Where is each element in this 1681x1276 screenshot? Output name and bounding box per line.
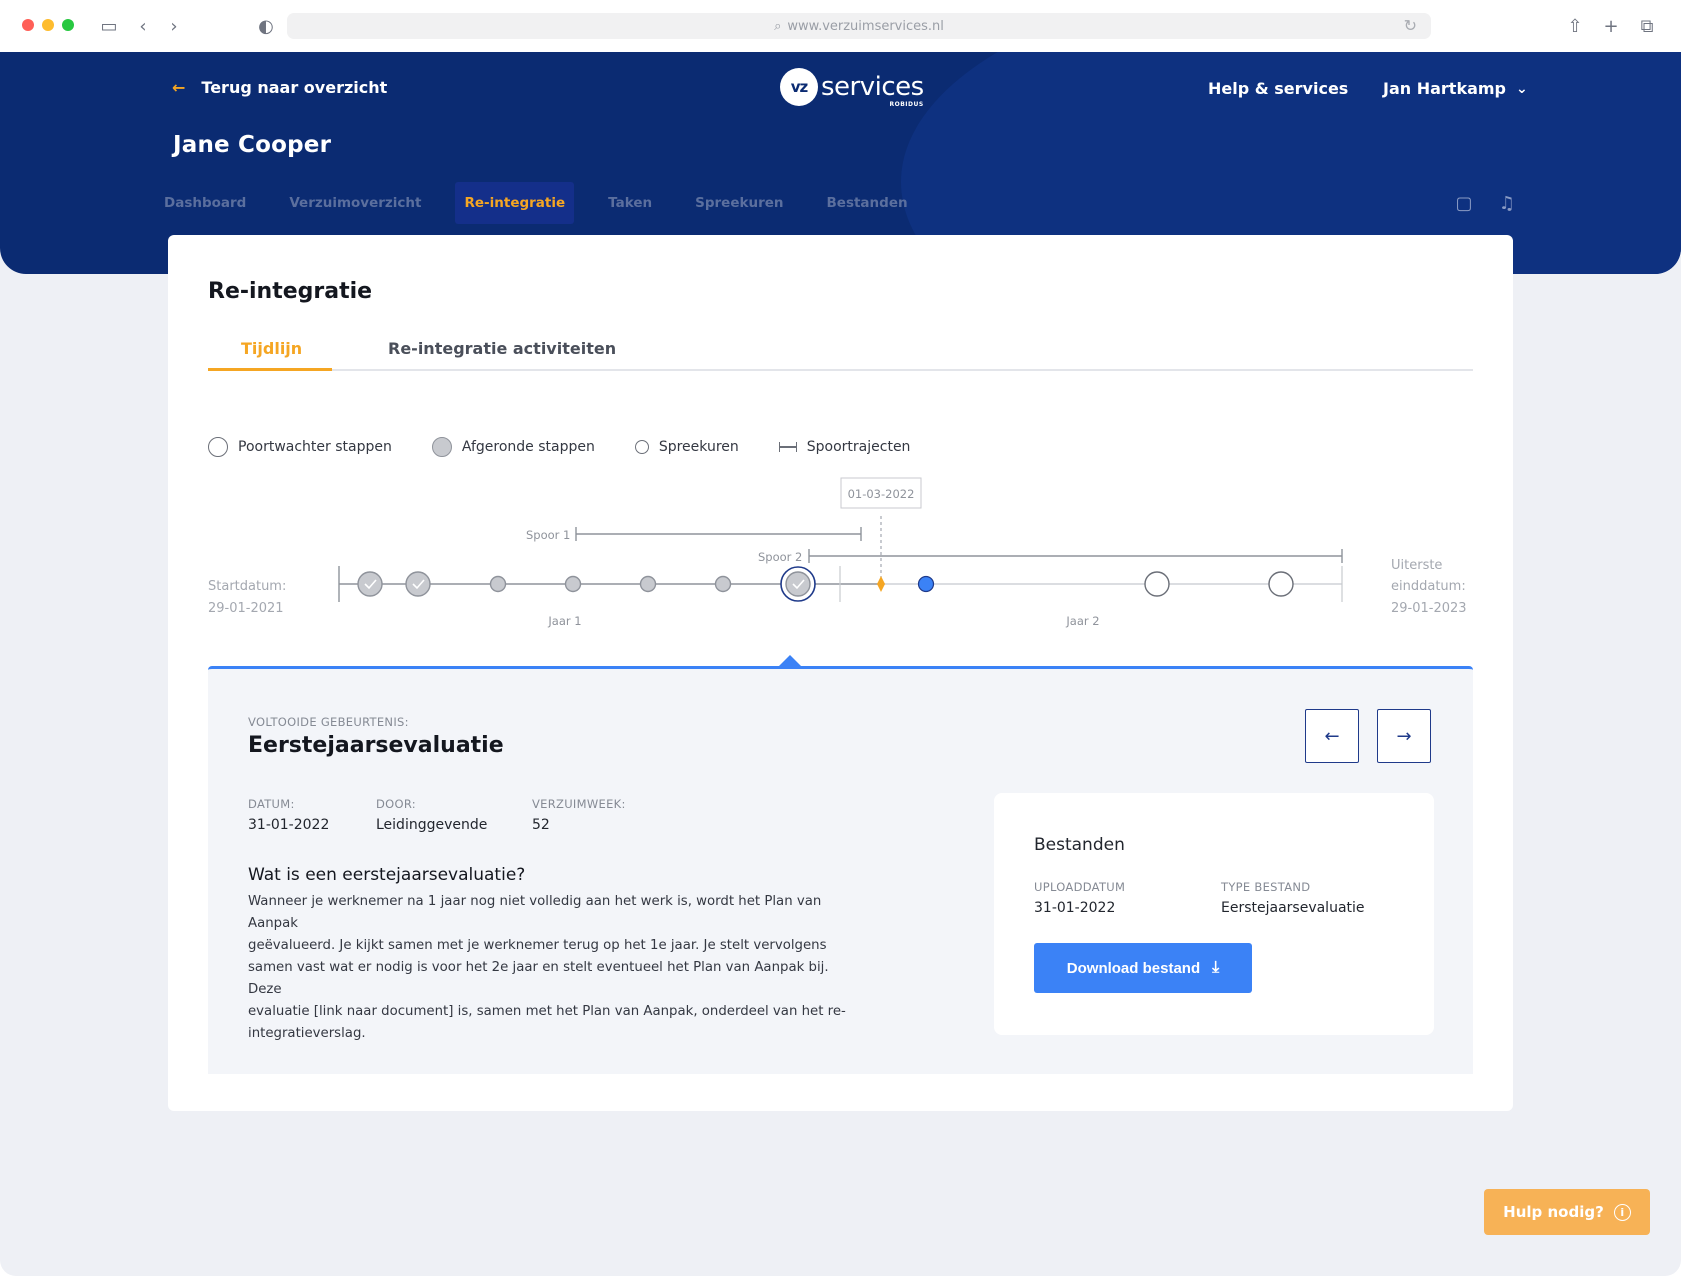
user-name: Jan Hartkamp <box>1383 79 1506 98</box>
meta-value: Leidinggevende <box>376 817 488 833</box>
meta-label: VERZUIMWEEK: <box>532 797 626 811</box>
meta-label: DATUM: <box>248 797 295 811</box>
year-2-label: Jaar 2 <box>1065 614 1099 628</box>
nav-item-bestanden[interactable]: Bestanden <box>827 182 908 224</box>
upload-date: UPLOADDATUM 31-01-2022 <box>1034 880 1125 916</box>
meta-label: DOOR: <box>376 797 416 811</box>
new-tab-icon[interactable]: + <box>1598 13 1624 39</box>
nav-item-spreekuren[interactable]: Spreekuren <box>695 182 783 224</box>
bell-icon[interactable]: ♫ <box>1494 190 1520 216</box>
end-date-label-1: Uiterste <box>1391 558 1442 573</box>
event-title: Eerstejaarsevaluatie <box>248 733 504 758</box>
event-question: Wat is een eerstejaarsevaluatie? <box>248 865 526 885</box>
nav-item-taken[interactable]: Taken <box>608 182 652 224</box>
selected-step-eerstejaarsevaluatie[interactable] <box>780 566 816 602</box>
year-1-label: Jaar 1 <box>547 614 581 628</box>
share-icon[interactable]: ⇧ <box>1562 13 1588 39</box>
download-button-label: Download bestand <box>1066 959 1201 977</box>
description-line: geëvalueerd. Je kijkt samen met je werkn… <box>248 938 827 953</box>
reload-icon[interactable]: ↻ <box>1404 16 1417 35</box>
nav-item-dashboard[interactable]: Dashboard <box>164 182 246 224</box>
spoor-2-label: Spoor 2 <box>758 550 802 564</box>
download-icon: ⤓ <box>1212 959 1220 976</box>
completed-spreekuur[interactable] <box>564 575 582 593</box>
back-icon[interactable]: ‹ <box>130 13 156 39</box>
completed-spreekuur[interactable] <box>489 575 507 593</box>
info-icon: i <box>1613 1203 1631 1221</box>
shield-icon[interactable]: ◐ <box>253 13 279 39</box>
description-line: evaluatie [link naar document] is, samen… <box>248 1004 846 1019</box>
forward-icon[interactable]: › <box>161 13 187 39</box>
main-nav: Dashboard Verzuimoverzicht Re-integratie… <box>164 182 951 224</box>
files-box: Bestanden UPLOADDATUM 31-01-2022 TYPE BE… <box>994 793 1434 1035</box>
logo[interactable]: vz services ROBIDUS <box>780 68 924 108</box>
end-date-value: 29-01-2023 <box>1391 601 1467 616</box>
nav-item-re-integratie[interactable]: Re-integratie <box>455 182 575 224</box>
completed-step[interactable] <box>405 571 431 597</box>
event-by: DOOR: Leidinggevende <box>376 797 487 833</box>
event-date: DATUM: 31-01-2022 <box>248 797 329 833</box>
event-pointer <box>776 655 804 669</box>
download-file-button[interactable]: Download bestand ⤓ <box>1034 943 1252 993</box>
description-line: integratieverslag. <box>248 1026 366 1041</box>
event-week: VERZUIMWEEK: 52 <box>532 797 626 833</box>
completed-spreekuur[interactable] <box>639 575 657 593</box>
event-kicker: VOLTOOIDE GEBEURTENIS: <box>248 715 409 729</box>
meta-value: 52 <box>532 817 550 833</box>
page: ← Terug naar overzicht vz services ROBIDU… <box>0 52 1681 1276</box>
meta-label: UPLOADDATUM <box>1034 880 1126 894</box>
back-to-overview-link[interactable]: ← Terug naar overzicht <box>172 78 387 97</box>
chat-icon[interactable]: ▢ <box>1451 190 1477 216</box>
meta-value: 31-01-2022 <box>1034 900 1116 916</box>
event-description: Wanneer je werknemer na 1 jaar nog niet … <box>248 891 858 1045</box>
url-text: www.verzuimservices.nl <box>787 18 944 34</box>
address-bar[interactable]: ⌕ www.verzuimservices.nl ↻ <box>287 13 1431 39</box>
logo-word: services <box>821 72 924 102</box>
completed-step[interactable] <box>357 571 383 597</box>
browser-chrome: ▭ ‹ › ◐ ⌕ www.verzuimservices.nl ↻ ⇧ + ⧉ <box>0 0 1681 52</box>
start-date-label: Startdatum: <box>208 579 286 594</box>
logo-mark: vz <box>780 68 818 106</box>
event-detail-panel: VOLTOOIDE GEBEURTENIS: Eerstejaarsevalua… <box>208 655 1473 1074</box>
logo-text: services ROBIDUS <box>821 72 924 108</box>
help-services-link[interactable]: Help & services <box>1208 79 1348 98</box>
search-icon: ⌕ <box>774 18 782 34</box>
today-diamond-icon <box>877 576 885 592</box>
upcoming-step[interactable] <box>1144 571 1170 597</box>
description-line: samen vast wat er nodig is voor het 2e j… <box>248 960 829 997</box>
description-line: Wanneer je werknemer na 1 jaar nog niet … <box>248 894 822 931</box>
file-type: TYPE BESTAND Eerstejaarsevaluatie <box>1221 880 1365 916</box>
logo-subtext: ROBIDUS <box>889 101 924 108</box>
reintegration-card: Re-integratie Tijdlijn Re-integratie act… <box>168 235 1513 1111</box>
sidebar-toggle-icon[interactable]: ▭ <box>96 13 122 39</box>
chevron-down-icon: ⌄ <box>1516 80 1528 97</box>
upcoming-spreekuur[interactable] <box>917 575 935 593</box>
meta-value: 31-01-2022 <box>248 817 330 833</box>
meta-value: Eerstejaarsevaluatie <box>1221 900 1365 916</box>
today-date-label: 01-03-2022 <box>848 487 915 501</box>
help-needed-button[interactable]: Hulp nodig? i <box>1484 1189 1650 1235</box>
timeline: Startdatum: 29-01-2021 Uiterste einddatu… <box>208 477 1467 628</box>
arrow-right-icon: → <box>1396 725 1412 747</box>
spoor-1-label: Spoor 1 <box>526 528 570 542</box>
files-title: Bestanden <box>1034 835 1125 855</box>
start-date-value: 29-01-2021 <box>208 601 284 616</box>
arrow-left-icon: ← <box>172 78 186 97</box>
user-menu[interactable]: Jan Hartkamp ⌄ <box>1383 79 1528 98</box>
completed-spreekuur[interactable] <box>714 575 732 593</box>
end-date-label-2: einddatum: <box>1391 579 1466 594</box>
arrow-left-icon: ← <box>1324 725 1340 747</box>
nav-item-verzuimoverzicht[interactable]: Verzuimoverzicht <box>289 182 421 224</box>
next-event-button[interactable]: → <box>1377 709 1431 763</box>
help-button-label: Hulp nodig? <box>1503 1203 1604 1221</box>
close-window-button[interactable] <box>22 19 34 31</box>
previous-event-button[interactable]: ← <box>1305 709 1359 763</box>
upcoming-step[interactable] <box>1268 571 1294 597</box>
meta-label: TYPE BESTAND <box>1221 880 1311 894</box>
maximize-window-button[interactable] <box>62 19 74 31</box>
minimize-window-button[interactable] <box>42 19 54 31</box>
page-title-person: Jane Cooper <box>173 132 332 158</box>
tabs-overview-icon[interactable]: ⧉ <box>1634 13 1660 39</box>
back-link-label: Terug naar overzicht <box>201 78 388 97</box>
